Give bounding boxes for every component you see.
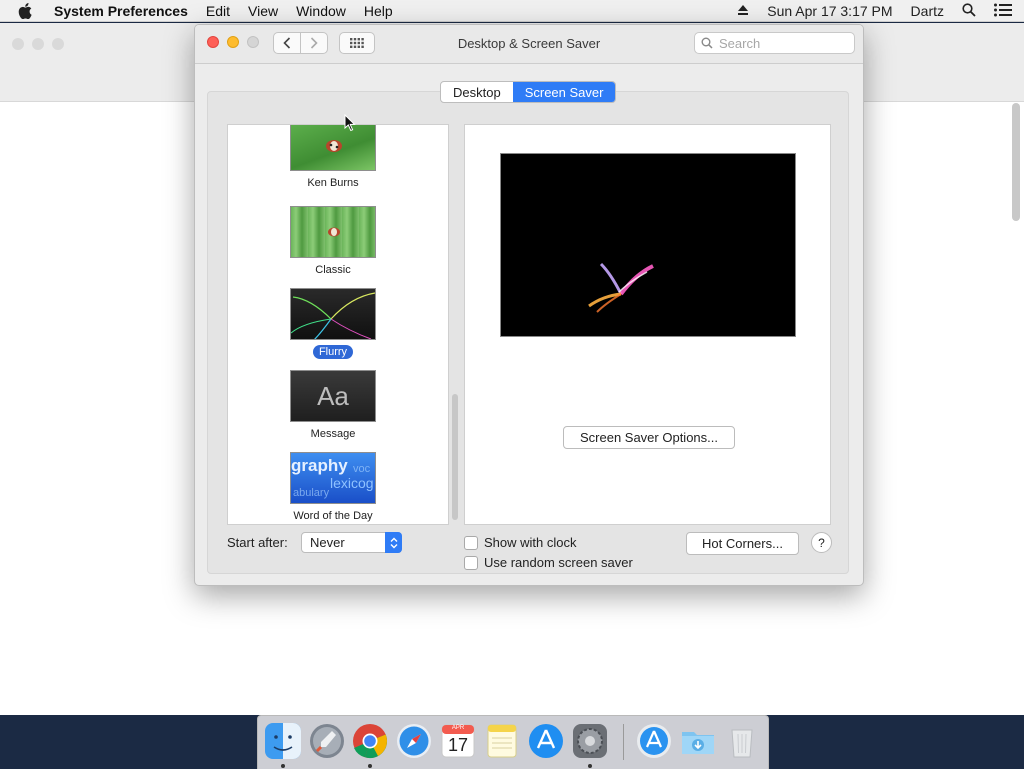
hot-corners-button[interactable]: Hot Corners... (686, 532, 799, 555)
screen-saver-list[interactable]: Ken Burns Classic Flurry Aa Message grap… (227, 124, 449, 525)
start-after-value: Never (310, 535, 345, 550)
saver-label: Classic (315, 264, 351, 276)
checkbox-label: Show with clock (484, 535, 577, 550)
background-zoom-icon (52, 38, 64, 50)
system-preferences-icon[interactable] (571, 722, 609, 760)
app-store-icon[interactable] (527, 722, 565, 760)
checkbox-box[interactable] (464, 535, 478, 550)
saver-label: Word of the Day (293, 510, 373, 522)
tab-desktop[interactable]: Desktop (441, 82, 513, 102)
menu-window[interactable]: Window (296, 3, 346, 19)
search-input[interactable] (717, 34, 851, 52)
chrome-icon[interactable] (351, 722, 389, 760)
list-item-word-of-the-day[interactable]: graphy voc lexicog abulary Word of the D… (228, 452, 438, 523)
launchpad-icon[interactable] (308, 722, 346, 760)
list-item-message[interactable]: Aa Message (228, 370, 438, 441)
finder-icon[interactable] (264, 722, 302, 760)
search-icon (701, 37, 713, 49)
list-item-classic[interactable]: Classic (228, 206, 438, 277)
classic-thumbnail (290, 206, 376, 258)
trash-icon[interactable] (723, 722, 761, 760)
preferences-window: Desktop & Screen Saver Desktop Screen Sa… (194, 24, 864, 586)
calendar-day: 17 (447, 735, 469, 755)
title-bar[interactable]: Desktop & Screen Saver (195, 25, 863, 64)
word-of-the-day-thumbnail: graphy voc lexicog abulary (290, 452, 376, 504)
screen-saver-options-button[interactable]: Screen Saver Options... (563, 426, 735, 449)
checkbox-label: Use random screen saver (484, 555, 633, 570)
flurry-thumbnail (290, 288, 376, 340)
running-indicator (368, 764, 372, 768)
notes-icon[interactable] (483, 722, 521, 760)
random-screen-saver-checkbox[interactable]: Use random screen saver (464, 555, 633, 570)
screen-saver-preview (500, 153, 796, 337)
menu-bar: System Preferences Edit View Window Help… (0, 0, 1024, 22)
background-close-icon (12, 38, 24, 50)
calendar-icon[interactable]: APR 17 (439, 722, 477, 760)
tab-screen-saver[interactable]: Screen Saver (512, 82, 616, 102)
mouse-cursor-icon (344, 113, 356, 135)
start-after-label: Start after: (227, 535, 288, 550)
ken-burns-thumbnail (290, 125, 376, 171)
show-with-clock-checkbox[interactable]: Show with clock (464, 535, 576, 550)
select-arrows-icon (385, 532, 402, 553)
menu-view[interactable]: View (248, 3, 278, 19)
notification-center-icon[interactable] (994, 3, 1012, 20)
safari-icon[interactable] (395, 722, 433, 760)
list-item-flurry[interactable]: Flurry (228, 288, 438, 359)
running-indicator (281, 764, 285, 768)
apple-menu-icon[interactable] (18, 0, 36, 22)
preview-area: Screen Saver Options... (464, 124, 831, 525)
background-minimize-icon (32, 38, 44, 50)
eject-icon[interactable] (737, 3, 749, 19)
tab-bar: Desktop Screen Saver (440, 81, 617, 103)
saver-label: Message (310, 428, 356, 440)
list-scrollbar[interactable] (452, 394, 458, 520)
spotlight-icon[interactable] (962, 2, 976, 20)
message-thumbnail: Aa (290, 370, 376, 422)
menu-user[interactable]: Dartz (911, 3, 944, 19)
list-item-ken-burns[interactable]: Ken Burns (228, 125, 438, 190)
menu-help[interactable]: Help (364, 3, 393, 19)
dock: APR 17 (257, 715, 769, 769)
saver-label-selected: Flurry (312, 345, 354, 359)
running-indicator (588, 764, 592, 768)
help-button[interactable]: ? (811, 532, 832, 553)
start-after-select[interactable]: Never (301, 532, 402, 553)
dock-separator (623, 724, 624, 760)
calendar-month: APR (451, 725, 465, 731)
app-store-folder-icon[interactable] (635, 722, 673, 760)
search-field[interactable] (694, 32, 855, 54)
background-scrollbar[interactable] (1012, 103, 1020, 221)
menu-app-name[interactable]: System Preferences (54, 3, 188, 19)
checkbox-box[interactable] (464, 555, 478, 570)
menu-datetime[interactable]: Sun Apr 17 3:17 PM (767, 3, 892, 19)
downloads-folder-icon[interactable] (679, 722, 717, 760)
saver-label: Ken Burns (307, 177, 359, 189)
menu-edit[interactable]: Edit (206, 3, 230, 19)
